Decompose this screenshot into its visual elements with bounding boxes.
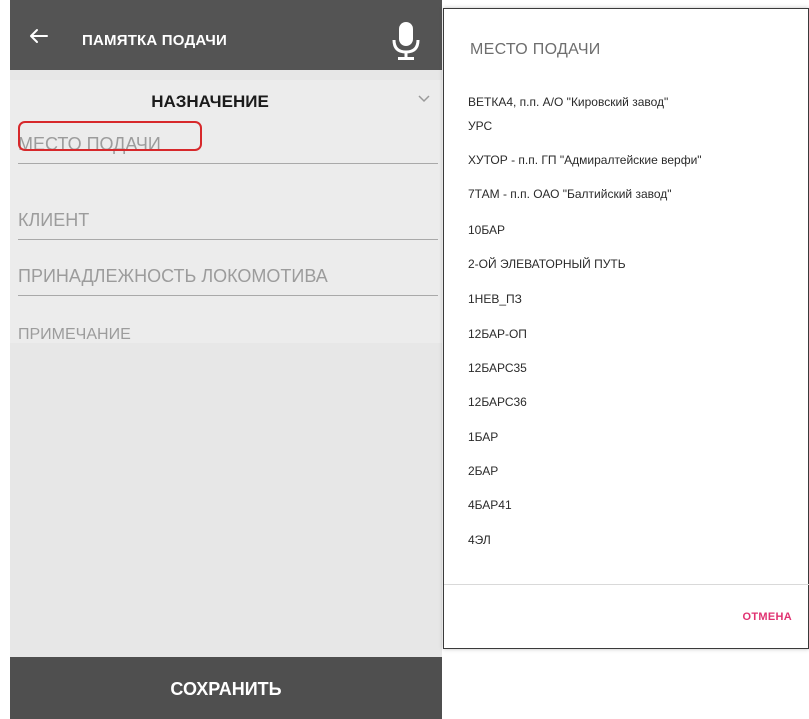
list-item-label: 1БАР [468, 430, 499, 444]
app-title: ПАМЯТКА ПОДАЧИ [82, 32, 227, 49]
list-item-label: 2-ОЙ ЭЛЕВАТОРНЫЙ ПУТЬ [468, 257, 626, 271]
list-item-label: 12БАРС36 [468, 395, 527, 409]
list-item-label: 4БАР41 [468, 498, 512, 512]
list-item-label: ХУТОР - п.п. ГП "Адмиралтейские верфи" [468, 153, 702, 167]
chevron-down-icon [418, 95, 430, 103]
list-item-label: 10БАР [468, 223, 505, 237]
place-picker-dialog: МЕСТО ПОДАЧИ ВЕТКА4, п.п. А/О "Кировский… [443, 8, 809, 649]
note-field[interactable]: ПРИМЕЧАНИЕ [18, 312, 438, 352]
list-item[interactable]: 4ЭЛ [444, 523, 809, 557]
dialog-divider [444, 584, 809, 585]
locomotive-owner-field-placeholder: ПРИНАДЛЕЖНОСТЬ ЛОКОМОТИВА [18, 266, 328, 286]
list-item-label: 12БАР-ОП [468, 327, 527, 341]
list-item-label: УРС [468, 119, 493, 133]
options-list[interactable]: ВЕТКА4, п.п. А/О "Кировский завод" УРС Х… [444, 85, 809, 583]
list-item[interactable]: 1БАР [444, 420, 809, 454]
cancel-button[interactable]: ОТМЕНА [743, 611, 792, 623]
locomotive-owner-field[interactable]: ПРИНАДЛЕЖНОСТЬ ЛОКОМОТИВА [18, 256, 438, 296]
app-bar: ПАМЯТКА ПОДАЧИ [10, 0, 442, 70]
list-item[interactable]: 2-ОЙ ЭЛЕВАТОРНЫЙ ПУТЬ [444, 247, 809, 281]
list-item[interactable]: 7ТАМ - п.п. ОАО "Балтийский завод" [444, 177, 809, 211]
list-item[interactable]: 1НЕВ_ПЗ [444, 282, 809, 316]
list-item-label: 4ЭЛ [468, 533, 491, 547]
list-item[interactable]: 12БАРС36 [444, 385, 809, 419]
list-item-label: 1НЕВ_ПЗ [468, 292, 522, 306]
dialog-title: МЕСТО ПОДАЧИ [470, 41, 601, 58]
form-panel: НАЗНАЧЕНИЕ МЕСТО ПОДАЧИ КЛИЕНТ ПРИНАДЛЕЖ… [10, 80, 442, 343]
save-button[interactable]: СОХРАНИТЬ [10, 657, 442, 719]
list-item-label: 2БАР [468, 464, 499, 478]
note-field-placeholder: ПРИМЕЧАНИЕ [18, 326, 131, 343]
place-field[interactable]: МЕСТО ПОДАЧИ [18, 121, 438, 164]
list-item-label: 7ТАМ - п.п. ОАО "Балтийский завод" [468, 187, 672, 201]
client-field[interactable]: КЛИЕНТ [18, 200, 438, 240]
save-button-label: СОХРАНИТЬ [170, 679, 282, 699]
spinner-value: НАЗНАЧЕНИЕ [151, 92, 269, 111]
list-item[interactable]: 4БАР41 [444, 488, 809, 522]
arrow-left-icon[interactable] [28, 28, 48, 44]
client-field-placeholder: КЛИЕНТ [18, 210, 90, 230]
list-item[interactable]: 12БАРС35 [444, 351, 809, 385]
list-item[interactable]: 12БАР-ОП [444, 317, 809, 351]
microphone-icon[interactable] [390, 20, 422, 62]
screen: ПАМЯТКА ПОДАЧИ НАЗНАЧЕНИЕ МЕСТО ПОДАЧИ К… [0, 0, 809, 719]
list-item[interactable]: 10БАР [444, 213, 809, 247]
list-item-label: ВЕТКА4, п.п. А/О "Кировский завод" [468, 95, 669, 109]
list-item[interactable]: ХУТОР - п.п. ГП "Адмиралтейские верфи" [444, 143, 809, 177]
list-item[interactable]: 2БАР [444, 454, 809, 488]
purpose-spinner[interactable]: НАЗНАЧЕНИЕ [10, 80, 442, 124]
list-item-label: 12БАРС35 [468, 361, 527, 375]
list-item[interactable]: УРС [444, 109, 809, 143]
highlight-outline [18, 121, 202, 151]
app-screen: ПАМЯТКА ПОДАЧИ НАЗНАЧЕНИЕ МЕСТО ПОДАЧИ К… [10, 0, 442, 719]
